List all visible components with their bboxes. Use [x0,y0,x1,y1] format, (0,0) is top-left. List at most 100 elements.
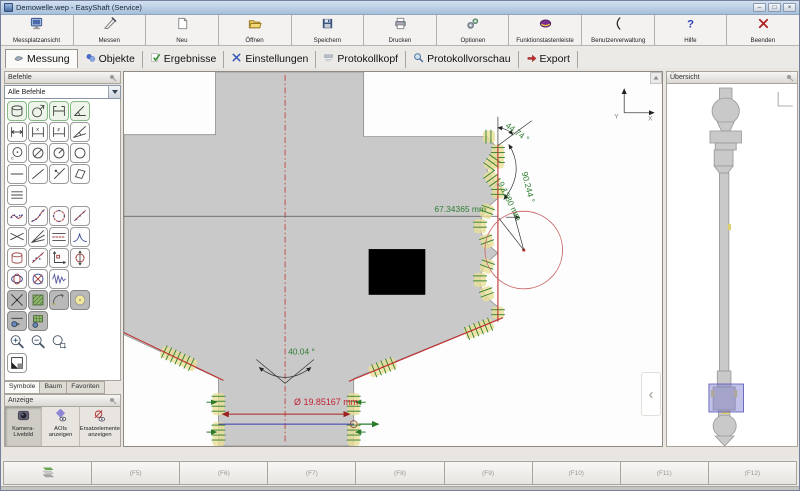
pin-icon[interactable] [786,74,794,82]
tool-contour-circle-button[interactable] [49,206,69,226]
tool-ellipse-fit-button[interactable] [7,269,27,289]
tool-line-diagonal-button[interactable] [28,164,48,184]
commands-panel-header: Befehle [4,71,121,84]
tool-curve-fit-rise-button[interactable] [28,206,48,226]
taskbar-strip [1,486,799,490]
tab-protokollkopf[interactable]: Protokollkopf [316,51,406,68]
function-key-button-F7[interactable]: (F7) [268,461,356,485]
tool-cylinder-button[interactable] [7,101,27,121]
toolbar-button-label: Drucken [389,37,412,44]
collapse-panel-button[interactable]: ‹ [641,372,661,416]
tool-parallel-lines-button[interactable] [7,185,27,205]
tool-line-mid-button[interactable] [49,227,69,247]
objects-icon [85,52,96,66]
tool-cylinder-red-button[interactable] [7,248,27,268]
tool-distance-z-button[interactable]: z [49,122,69,142]
tool-distance-x-button[interactable]: x [28,122,48,142]
tool-circle-highlight-button[interactable] [70,290,90,310]
tool-lines-cross-button[interactable] [7,227,27,247]
tool-zoom-out-button[interactable] [28,332,48,352]
tool-scatter-arrow-button[interactable] [28,248,48,268]
tool-quad-button[interactable] [70,164,90,184]
tool-circle-radius-button[interactable] [49,143,69,163]
tool-zoom-window-button[interactable] [49,332,69,352]
toolbar-button-help[interactable]: ?Hilfe [655,15,728,45]
function-key-button-F6[interactable]: (F6) [180,461,268,485]
tool-signal-wave-button[interactable] [49,269,69,289]
tool-circle-axis-button[interactable] [70,248,90,268]
palette-tab-baum[interactable]: Baum [40,381,67,394]
tool-circle-center-button[interactable]: c [7,143,27,163]
tool-circle-diameter-button[interactable] [28,143,48,163]
maximize-button[interactable]: □ [768,3,781,12]
tab-einstellungen[interactable]: Einstellungen [224,51,316,68]
tool-curve-peak-button[interactable] [70,227,90,247]
tool-axis-corner-button[interactable] [49,248,69,268]
print-icon [393,16,408,36]
function-key-button-F8[interactable]: (F8) [356,461,444,485]
toolbar-button-function-keys[interactable]: Funktionstastenleiste [509,15,582,45]
function-key-button-F5[interactable]: (F5) [92,461,180,485]
tool-circle-cross-button[interactable] [28,269,48,289]
tool-circle-button[interactable] [70,143,90,163]
results-check-icon [150,52,161,66]
function-key-button-F9[interactable]: (F9) [445,461,533,485]
tool-circle-arrow-button[interactable] [28,101,48,121]
display-toggle-camera[interactable]: Kamera-Livebild [5,407,42,446]
tool-zoom-in-button[interactable] [7,332,27,352]
tool-lines-fan-button[interactable] [28,227,48,247]
tool-intersection-button[interactable] [7,290,27,310]
toolbar-button-label: Hilfe [684,37,696,44]
scrollbar-up-icon[interactable] [651,72,662,83]
palette-tab-symbole[interactable]: Symbole [4,381,40,394]
toolbar-button-options[interactable]: Optionen [437,15,510,45]
function-bar-layers-button[interactable] [3,461,92,485]
toolbar-button-caliper[interactable]: Messen [74,15,147,45]
tool-line-fit-button[interactable] [70,206,90,226]
tab-messung[interactable]: Messung [5,49,78,68]
tab-objekte[interactable]: Objekte [78,51,143,68]
pin-icon[interactable] [109,397,117,405]
display-panel-title: Anzeige [8,397,33,404]
display-toggle-aoi[interactable]: AOIs anzeigen [42,407,79,446]
tab-label: Ergebnisse [164,53,217,65]
toolbar-button-open-folder[interactable]: Öffnen [219,15,292,45]
axis-x-label: X [648,116,653,123]
tool-point-to-line-button[interactable] [49,164,69,184]
measurement-canvas[interactable]: 44.74 ° 90.244 ° 9.1280 mm 67.34365 mm 4… [123,71,663,447]
toolbar-button-label: Speichern [314,37,342,44]
command-filter-dropdown[interactable]: Alle Befehle [4,85,121,99]
function-key-button-F11[interactable]: (F11) [621,461,709,485]
tool-element-grid-button[interactable] [28,311,48,331]
toolbar-button-print[interactable]: Drucken [364,15,437,45]
tool-line-horizontal-button[interactable] [7,164,27,184]
tool-view-corner-button[interactable] [7,353,27,373]
overview-canvas[interactable] [666,84,798,447]
tool-width-bracket-button[interactable] [49,101,69,121]
tool-arc-probe-button[interactable] [49,290,69,310]
minimize-button[interactable]: – [753,3,766,12]
tab-protokollvorschau[interactable]: Protokollvorschau [406,51,518,68]
tool-distance-button[interactable] [7,122,27,142]
display-toggle-substitute-elements[interactable]: Ersatzelemente anzeigen [80,407,120,446]
tool-angle-open-button[interactable] [70,101,90,121]
tool-curve-fit-wave-button[interactable] [7,206,27,226]
tool-element-line-button[interactable] [7,311,27,331]
tool-plane-hatch-button[interactable] [28,290,48,310]
tab-label: Objekte [99,53,135,65]
tab-ergebnisse[interactable]: Ergebnisse [143,51,225,68]
toolbar-button-save[interactable]: Speichern [292,15,365,45]
tab-export[interactable]: Export [519,51,578,68]
toolbar-button-exit[interactable]: Beenden [727,15,799,45]
close-button[interactable]: × [783,3,796,12]
toolbar-button-new-file[interactable]: Neu [146,15,219,45]
chevron-down-icon[interactable] [108,86,120,98]
toolbar-button-user-management[interactable]: Benutzerverwaltung [582,15,655,45]
current-view-selection[interactable] [709,384,744,412]
function-key-button-F12[interactable]: (F12) [709,461,797,485]
function-key-button-F10[interactable]: (F10) [533,461,621,485]
palette-tab-favoriten[interactable]: Favoriten [67,381,104,394]
tool-angle-small-button[interactable] [70,122,90,142]
pin-icon[interactable] [109,74,117,82]
toolbar-button-workstation[interactable]: Messplatzansicht [1,15,74,45]
